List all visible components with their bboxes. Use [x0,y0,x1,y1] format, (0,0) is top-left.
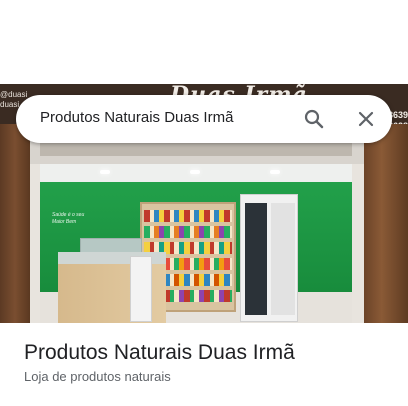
shelf-row [144,210,232,222]
door-pillar-right [352,164,364,323]
shutter-rail [40,142,352,156]
refrigerator [240,194,298,322]
ceiling-light [190,170,200,174]
sign-handle-line: @duasi [0,90,28,99]
search-input[interactable]: Produtos Naturais Duas Irmã [40,109,233,126]
place-title: Produtos Naturais Duas Irmã [24,341,295,364]
product-display-stand [130,256,152,322]
close-icon[interactable] [354,107,378,131]
search-icon[interactable] [302,107,326,131]
door-pillar-left [30,164,40,323]
fridge-glass [245,203,267,315]
fridge-side [271,203,295,315]
ceiling-light [100,170,110,174]
wall-lettering: Saúde é o seu Maior Bem [52,212,85,225]
store-interior: Saúde é o seu Maior Bem [40,164,352,323]
wood-panel-right [364,124,408,323]
shelf-row [144,226,232,238]
ceiling-light [270,170,280,174]
search-bar[interactable]: Produtos Naturais Duas Irmã [16,95,392,143]
ceiling [40,164,352,182]
wood-panel-left [0,124,30,323]
place-category: Loja de produtos naturais [24,369,171,384]
